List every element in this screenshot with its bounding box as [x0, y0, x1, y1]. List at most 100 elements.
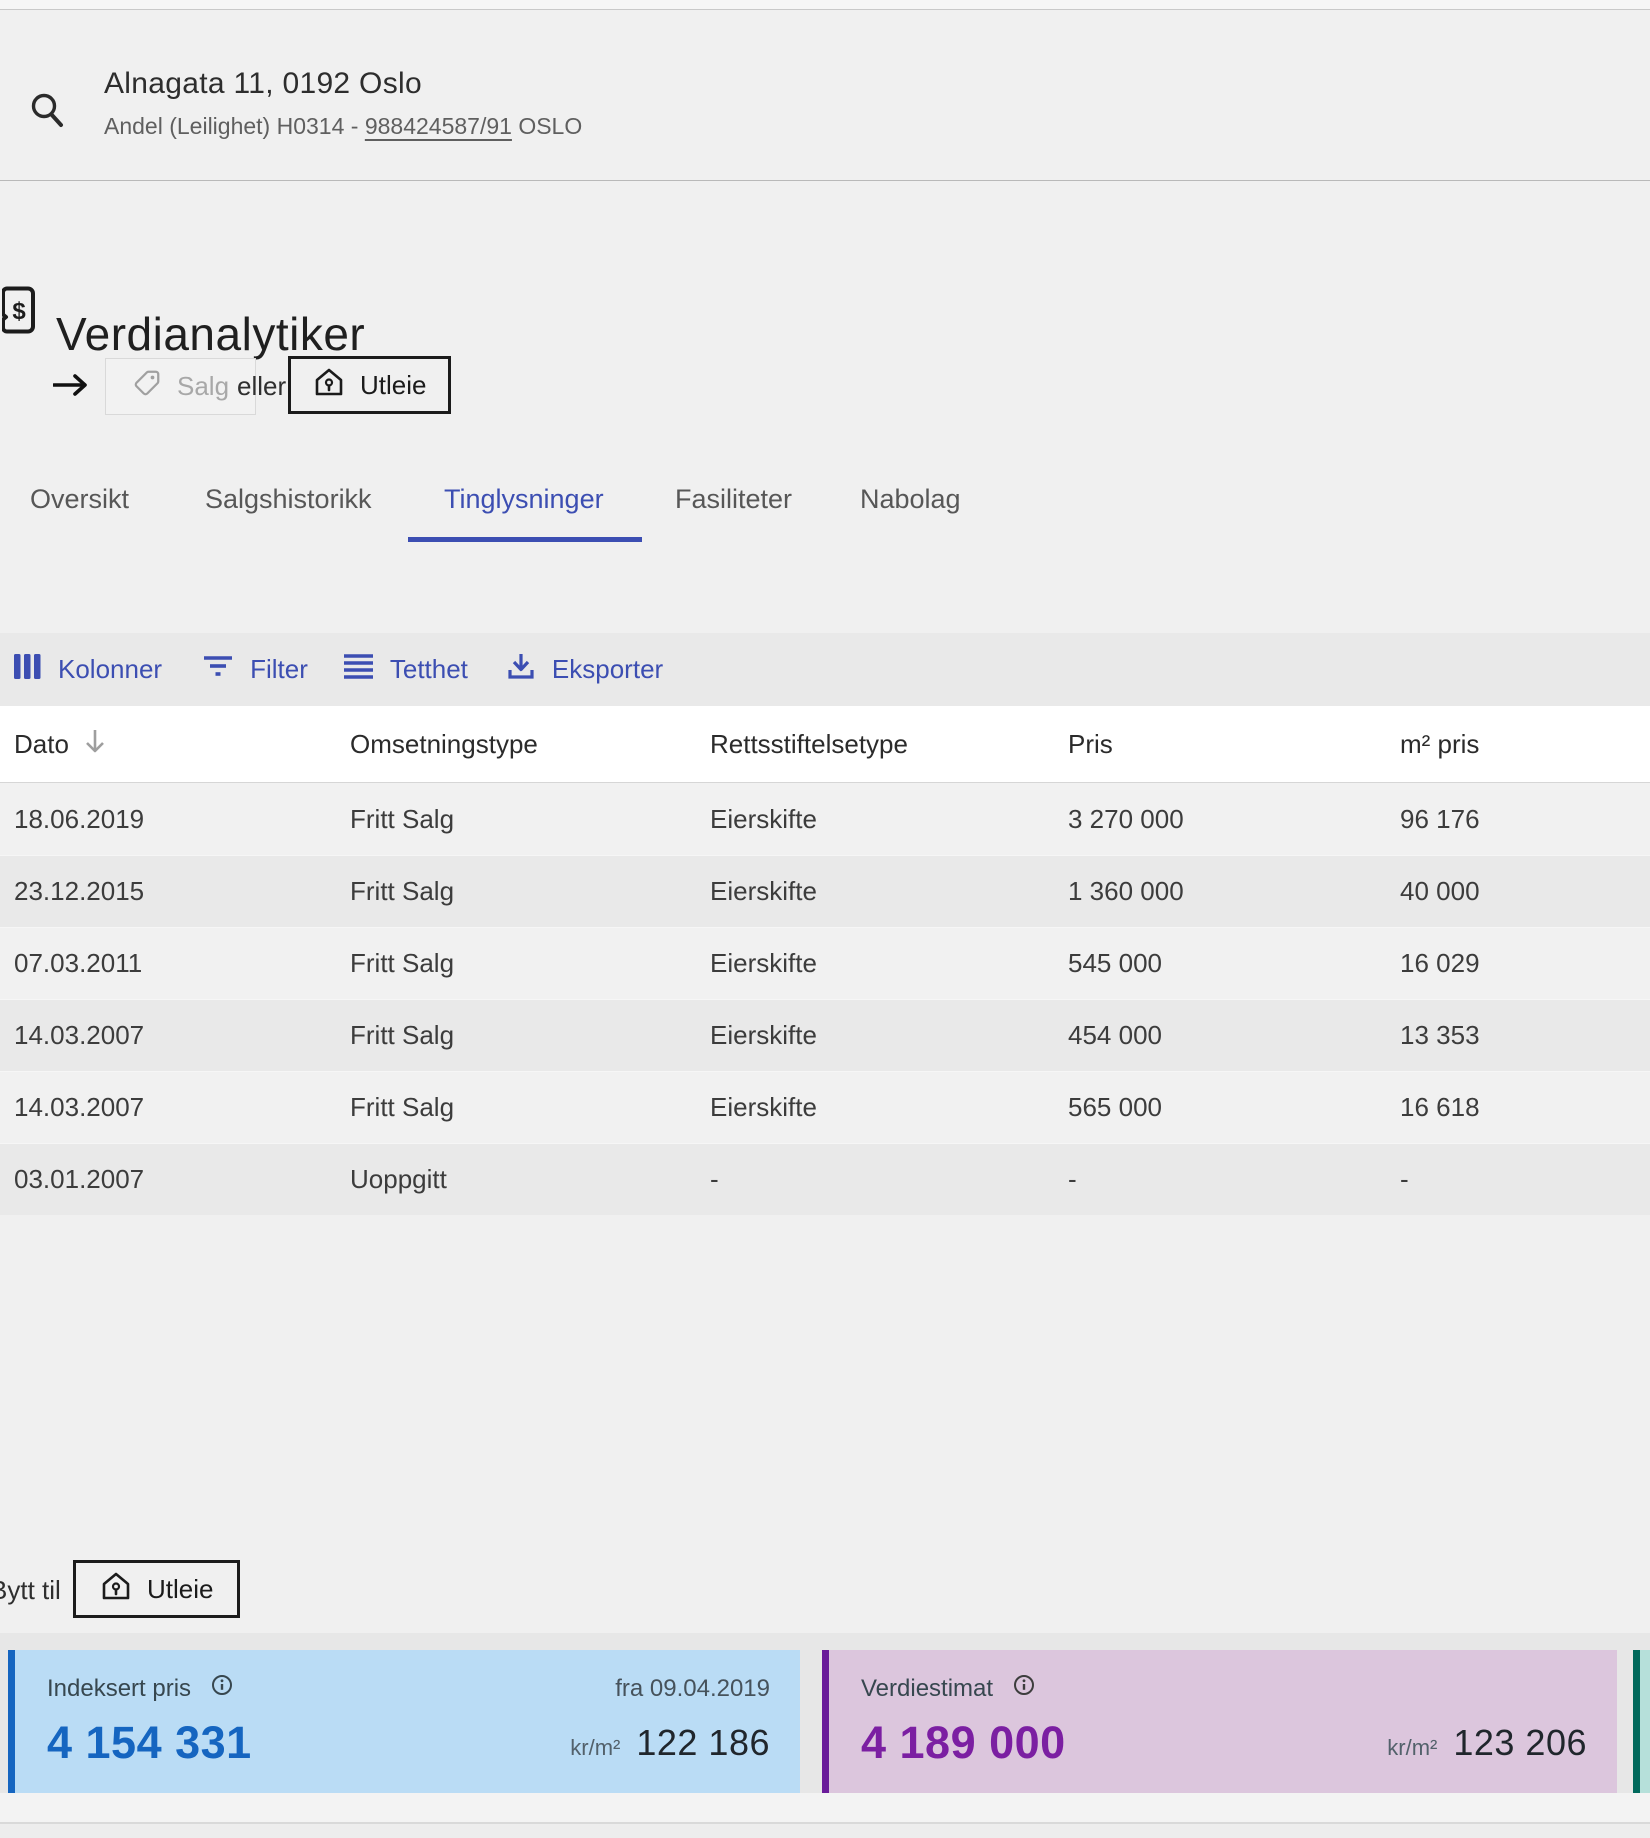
property-city: OSLO — [518, 113, 582, 139]
cell-rettsstiftelsetype: Eierskifte — [710, 876, 1068, 907]
switch-mode-row: Bytt til Utleie — [0, 1556, 1650, 1620]
cell-pris: 1 360 000 — [1068, 876, 1400, 907]
or-label: eller — [237, 371, 286, 402]
cell-omsetningstype: Fritt Salg — [350, 1020, 710, 1051]
switch-label: Bytt til — [0, 1575, 61, 1606]
cell-omsetningstype: Uoppgitt — [350, 1164, 710, 1195]
tab-tinglysninger[interactable]: Tinglysninger — [444, 484, 604, 515]
column-header-rettsstiftelsetype[interactable]: Rettsstiftelsetype — [710, 729, 1068, 760]
cell-pris: 454 000 — [1068, 1020, 1400, 1051]
table-row: 18.06.2019 Fritt Salg Eierskifte 3 270 0… — [0, 783, 1650, 855]
cadastre-link[interactable]: 988424587/91 — [365, 113, 512, 139]
value-estimate-value: 4 189 000 — [861, 1717, 1066, 1769]
indexed-price-value: 4 154 331 — [47, 1717, 252, 1769]
tab-salgshistorikk[interactable]: Salgshistorikk — [205, 484, 372, 515]
cell-m2-pris: 96 176 — [1400, 804, 1650, 835]
indexed-price-label: Indeksert pris — [47, 1675, 191, 1703]
property-type: Andel (Leilighet) H0314 - — [104, 113, 365, 139]
estimate-unit-label: kr/m² — [1387, 1735, 1437, 1761]
arrow-right-icon — [53, 372, 89, 403]
bottom-strip — [0, 1793, 1650, 1824]
indexed-unit-value: 122 186 — [636, 1722, 770, 1764]
tab-fasiliteter[interactable]: Fasiliteter — [675, 484, 792, 515]
column-header-m2-pris[interactable]: m² pris — [1400, 729, 1650, 760]
cell-pris: 565 000 — [1068, 1092, 1400, 1123]
cell-rettsstiftelsetype: - — [710, 1164, 1068, 1195]
table-row: 14.03.2007 Fritt Salg Eierskifte 565 000… — [0, 1071, 1650, 1143]
switch-to-rent-button[interactable]: Utleie — [73, 1560, 240, 1618]
sale-mode-label: Salg — [177, 371, 229, 402]
cell-rettsstiftelsetype: Eierskifte — [710, 948, 1068, 979]
cell-m2-pris: 13 353 — [1400, 1020, 1650, 1051]
info-icon[interactable] — [211, 1674, 233, 1703]
rent-mode-button[interactable]: Utleie — [288, 356, 451, 414]
table-toolbar: Kolonner Filter Tetthet — [0, 633, 1650, 706]
cell-m2-pris: - — [1400, 1164, 1650, 1195]
download-icon — [507, 652, 535, 687]
table-header-row: Dato Omsetningstype Rettsstiftelsetype P… — [0, 706, 1650, 783]
cell-rettsstiftelsetype: Eierskifte — [710, 1020, 1068, 1051]
export-button[interactable]: Eksporter — [507, 652, 663, 687]
column-header-omsetningstype[interactable]: Omsetningstype — [350, 729, 710, 760]
table-row: 23.12.2015 Fritt Salg Eierskifte 1 360 0… — [0, 855, 1650, 927]
cell-rettsstiftelsetype: Eierskifte — [710, 1092, 1068, 1123]
table-body: 18.06.2019 Fritt Salg Eierskifte 3 270 0… — [0, 783, 1650, 1215]
indexed-from-date: fra 09.04.2019 — [615, 1675, 770, 1703]
tag-icon — [132, 368, 162, 405]
top-strip — [0, 0, 1650, 10]
cell-pris: - — [1068, 1164, 1400, 1195]
summary-band: Indeksert pris fra 09.04.2019 4 154 331 … — [0, 1633, 1650, 1793]
value-estimate-card: Verdiestimat 4 189 000 kr/m² 123 206 — [822, 1650, 1617, 1793]
mode-selector-row: Salg eller Utleie — [0, 356, 1650, 418]
sort-desc-icon[interactable] — [83, 727, 107, 762]
filter-button[interactable]: Filter — [203, 653, 308, 686]
tab-bar: Oversikt Salgshistorikk Tinglysninger Fa… — [0, 470, 1650, 560]
table-row: 03.01.2007 Uoppgitt - - - — [0, 1143, 1650, 1215]
export-label: Eksporter — [552, 654, 663, 685]
cell-omsetningstype: Fritt Salg — [350, 1092, 710, 1123]
clipped-next-card — [1633, 1650, 1650, 1793]
tab-nabolag[interactable]: Nabolag — [860, 484, 961, 515]
cell-omsetningstype: Fritt Salg — [350, 804, 710, 835]
property-subtitle: Andel (Leilighet) H0314 - 988424587/91 O… — [104, 113, 582, 140]
column-header-dato[interactable]: Dato — [14, 727, 350, 762]
table-row: 14.03.2007 Fritt Salg Eierskifte 454 000… — [0, 999, 1650, 1071]
cell-omsetningstype: Fritt Salg — [350, 948, 710, 979]
search-icon[interactable] — [28, 91, 70, 144]
value-estimate-label: Verdiestimat — [861, 1675, 993, 1703]
indexed-price-card: Indeksert pris fra 09.04.2019 4 154 331 … — [8, 1650, 800, 1793]
property-address: Alnagata 11, 0192 Oslo — [104, 67, 582, 101]
page-title: Verdianalytiker — [56, 307, 365, 361]
cell-pris: 545 000 — [1068, 948, 1400, 979]
svg-text:$: $ — [12, 298, 26, 325]
rent-mode-label: Utleie — [360, 370, 426, 401]
columns-button[interactable]: Kolonner — [14, 653, 162, 687]
indexed-unit-label: kr/m² — [570, 1735, 620, 1761]
value-analyzer-icon: $ — [2, 286, 36, 339]
house-key-icon — [313, 366, 345, 405]
density-icon — [344, 653, 373, 687]
cell-pris: 3 270 000 — [1068, 804, 1400, 835]
cell-m2-pris: 16 618 — [1400, 1092, 1650, 1123]
verdianalytiker-page: Alnagata 11, 0192 Oslo Andel (Leilighet)… — [0, 0, 1650, 1838]
columns-icon — [14, 653, 41, 687]
property-search-bar[interactable]: Alnagata 11, 0192 Oslo Andel (Leilighet)… — [0, 11, 1650, 181]
density-button[interactable]: Tetthet — [344, 653, 468, 687]
cell-dato: 14.03.2007 — [14, 1020, 350, 1051]
cell-omsetningstype: Fritt Salg — [350, 876, 710, 907]
density-label: Tetthet — [390, 654, 468, 685]
cell-dato: 07.03.2011 — [14, 948, 350, 979]
columns-label: Kolonner — [58, 654, 162, 685]
cell-m2-pris: 40 000 — [1400, 876, 1650, 907]
info-icon[interactable] — [1013, 1674, 1035, 1703]
estimate-unit-value: 123 206 — [1453, 1722, 1587, 1764]
column-header-pris[interactable]: Pris — [1068, 729, 1400, 760]
switch-rent-label: Utleie — [147, 1574, 213, 1605]
filter-icon — [203, 653, 233, 686]
bottom-strip — [0, 1824, 1650, 1838]
active-tab-underline — [408, 537, 642, 542]
filter-label: Filter — [250, 654, 308, 685]
sale-mode-button[interactable]: Salg — [105, 358, 256, 415]
cell-rettsstiftelsetype: Eierskifte — [710, 804, 1068, 835]
tab-oversikt[interactable]: Oversikt — [30, 484, 129, 515]
